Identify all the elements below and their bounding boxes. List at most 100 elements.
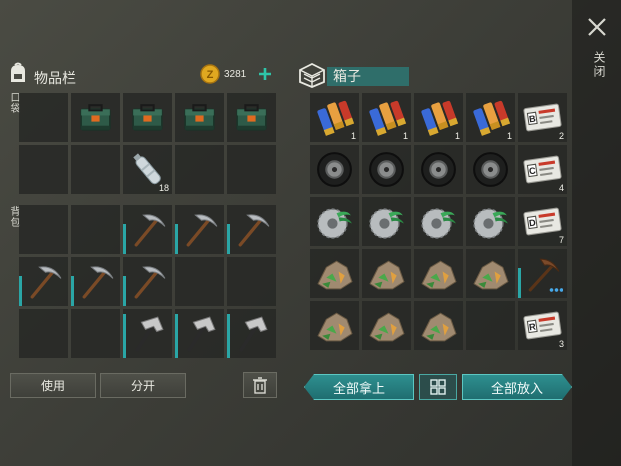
- item-count: 18: [158, 183, 169, 193]
- pickaxe-icon: [127, 209, 168, 250]
- backpack-slot[interactable]: [71, 205, 120, 254]
- durability-bar: [19, 276, 22, 306]
- chest-slot[interactable]: [466, 249, 515, 298]
- item-count: 1: [402, 131, 408, 141]
- toolbox-icon: [127, 97, 168, 138]
- chest-slot[interactable]: [414, 145, 463, 194]
- chest-slot[interactable]: R3: [518, 301, 567, 350]
- durability-bar: [123, 314, 126, 358]
- tire-icon: [470, 149, 511, 190]
- backpack-icon: [6, 61, 30, 85]
- ore-icon: [314, 305, 355, 346]
- backpack-slot[interactable]: [227, 205, 276, 254]
- backpack-grid: [19, 205, 277, 358]
- keycard-icon: C: [522, 149, 563, 190]
- chest-slot[interactable]: 1: [310, 93, 359, 142]
- chest-slot[interactable]: [466, 301, 515, 350]
- item-count: 1: [350, 131, 356, 141]
- backpack-slot[interactable]: [19, 257, 68, 306]
- item-count: 4: [558, 183, 564, 193]
- durability-bar: [71, 276, 74, 306]
- discard-button[interactable]: [243, 372, 277, 398]
- pickaxe-icon: [75, 261, 116, 302]
- take-all-button[interactable]: 全部拿上: [304, 374, 414, 400]
- add-currency-button[interactable]: [257, 66, 273, 82]
- pocket-slot[interactable]: [123, 93, 172, 142]
- pocket-slot[interactable]: [175, 145, 224, 194]
- backpack-slot[interactable]: [123, 257, 172, 306]
- backpack-slot[interactable]: [19, 309, 68, 358]
- split-button[interactable]: 分开: [100, 373, 186, 398]
- chest-slot[interactable]: [362, 197, 411, 246]
- put-all-button[interactable]: 全部放入: [462, 374, 572, 400]
- backpack-slot[interactable]: [227, 309, 276, 358]
- chest-slot[interactable]: [362, 145, 411, 194]
- pocket-slot[interactable]: [175, 93, 224, 142]
- chest-slot[interactable]: [466, 145, 515, 194]
- pocket-slot[interactable]: [19, 93, 68, 142]
- shotgun-shells-icon: [314, 97, 355, 138]
- backpack-slot[interactable]: [175, 205, 224, 254]
- backpack-slot[interactable]: [175, 257, 224, 306]
- pocket-slot[interactable]: 18: [123, 145, 172, 194]
- svg-text:Z: Z: [207, 69, 214, 81]
- close-button[interactable]: 关闭: [584, 14, 610, 84]
- hammer-icon: [231, 313, 272, 354]
- pickaxe-icon: [179, 209, 220, 250]
- chest-slot[interactable]: [310, 301, 359, 350]
- pocket-slot[interactable]: [227, 93, 276, 142]
- saw-blade-icon: [314, 201, 355, 242]
- chest-slot[interactable]: D7: [518, 197, 567, 246]
- chest-title-field[interactable]: 箱子: [327, 67, 409, 86]
- chest-slot[interactable]: [362, 301, 411, 350]
- chest-slot[interactable]: [310, 249, 359, 298]
- backpack-slot[interactable]: [71, 257, 120, 306]
- chest-scroll-area[interactable]: 1111B2C4D7R3: [310, 93, 568, 358]
- plus-icon: [259, 68, 271, 80]
- chest-slot[interactable]: B2: [518, 93, 567, 142]
- saw-blade-icon: [366, 201, 407, 242]
- sort-button[interactable]: [419, 374, 457, 400]
- backpack-slot[interactable]: [227, 257, 276, 306]
- chest-slot[interactable]: [414, 197, 463, 246]
- backpack-slot[interactable]: [123, 205, 172, 254]
- backpack-slot[interactable]: [71, 309, 120, 358]
- backpack-slot[interactable]: [19, 205, 68, 254]
- chest-slot[interactable]: 1: [414, 93, 463, 142]
- chest-slot[interactable]: [310, 197, 359, 246]
- pocket-slot[interactable]: [19, 145, 68, 194]
- backpack-slot[interactable]: [175, 309, 224, 358]
- chest-slot[interactable]: [414, 249, 463, 298]
- durability-bar: [123, 224, 126, 254]
- pocket-slot[interactable]: [71, 93, 120, 142]
- ore-icon: [470, 253, 511, 294]
- hammer-icon: [179, 313, 220, 354]
- keycard-icon: D: [522, 201, 563, 242]
- saw-blade-icon: [470, 201, 511, 242]
- keycard-icon: B: [522, 97, 563, 138]
- durability-bar: [227, 224, 230, 254]
- tire-icon: [314, 149, 355, 190]
- backpack-slot[interactable]: [123, 309, 172, 358]
- chest-slot[interactable]: [310, 145, 359, 194]
- chest-title: 箱子: [333, 68, 361, 84]
- pocket-slot[interactable]: [227, 145, 276, 194]
- pickaxe-icon: [231, 209, 272, 250]
- close-label: 关闭: [592, 51, 606, 79]
- item-count: 2: [558, 131, 564, 141]
- use-button[interactable]: 使用: [10, 373, 96, 398]
- more-options-icon: [549, 288, 563, 292]
- chest-slot[interactable]: [466, 197, 515, 246]
- put-all-label: 全部放入: [490, 380, 543, 396]
- chest-slot[interactable]: [518, 249, 567, 298]
- hammer-icon: [127, 313, 168, 354]
- inventory-title: 物品栏: [34, 70, 76, 86]
- ore-icon: [366, 253, 407, 294]
- pocket-slot[interactable]: [71, 145, 120, 194]
- shotgun-shells-icon: [366, 97, 407, 138]
- chest-slot[interactable]: 1: [466, 93, 515, 142]
- chest-slot[interactable]: [362, 249, 411, 298]
- chest-slot[interactable]: [414, 301, 463, 350]
- chest-slot[interactable]: 1: [362, 93, 411, 142]
- chest-slot[interactable]: C4: [518, 145, 567, 194]
